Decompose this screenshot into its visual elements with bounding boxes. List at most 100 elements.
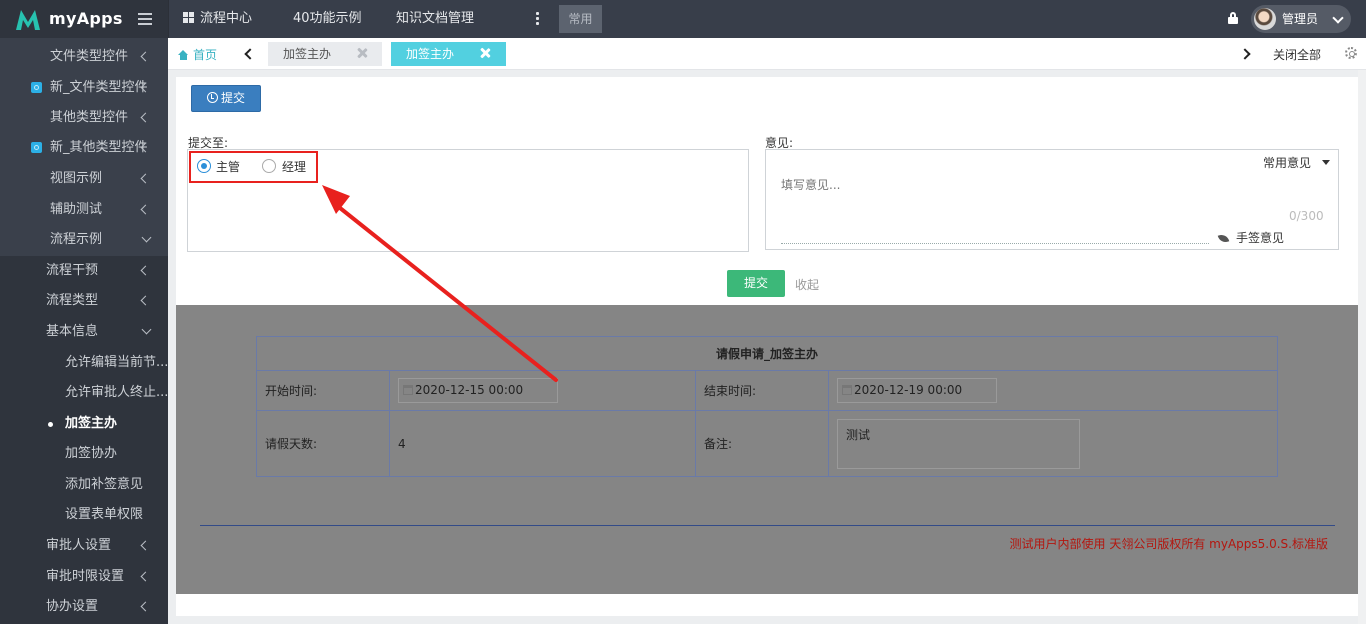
- sidebar-item-assist-settings[interactable]: 协办设置: [0, 592, 168, 622]
- chevron-down-icon: [141, 232, 152, 243]
- handwrite-opinion-button[interactable]: 手签意见: [1217, 229, 1284, 246]
- sidebar-item-new-other-controls[interactable]: 新_其他类型控件: [0, 133, 168, 163]
- nav-divider: [168, 0, 169, 38]
- sidebar-item-form-permissions[interactable]: 设置表单权限: [0, 500, 168, 530]
- chevron-down-icon: [141, 324, 152, 335]
- date-value: 2020-12-15 00:00: [415, 383, 524, 397]
- lock-icon[interactable]: [1228, 12, 1238, 24]
- leave-days-value: 4: [389, 410, 696, 477]
- submit-to-box: 主管 经理: [187, 149, 749, 252]
- menu-toggle-icon[interactable]: [138, 13, 152, 25]
- end-time-input[interactable]: 2020-12-19 00:00: [837, 378, 997, 403]
- sidebar-item-label: 允许编辑当前节...: [65, 355, 169, 370]
- radio-supervisor[interactable]: [197, 159, 211, 173]
- sidebar-item-label: 加签主办: [65, 416, 118, 431]
- chevron-left-icon: [140, 601, 151, 612]
- submit-button[interactable]: 提交: [727, 270, 785, 297]
- collapse-link[interactable]: 收起: [795, 276, 819, 293]
- sidebar-item-flow-types[interactable]: 流程类型: [0, 286, 168, 316]
- tab-add-sign-main[interactable]: 加签主办: [268, 42, 382, 66]
- button-label: 提交: [220, 91, 245, 105]
- grid-icon: [183, 12, 194, 23]
- submit-button-top[interactable]: 提交: [191, 85, 261, 112]
- sidebar-item-allow-edit-node[interactable]: 允许编辑当前节...: [0, 348, 168, 378]
- start-time-input[interactable]: 2020-12-15 00:00: [398, 378, 558, 403]
- footer-divider: [200, 525, 1335, 526]
- user-menu[interactable]: 管理员: [1251, 5, 1351, 33]
- sidebar-item-add-sign-main[interactable]: 加签主办: [0, 409, 168, 439]
- start-time-label: 开始时间:: [256, 370, 390, 411]
- sidebar-item-label: 新_文件类型控件: [50, 80, 148, 95]
- sidebar-item-label: 加签协办: [65, 446, 118, 461]
- widget-square-icon: [31, 142, 42, 153]
- tab-home[interactable]: 首页: [178, 46, 217, 63]
- sidebar-item-assist-test[interactable]: 辅助测试: [0, 195, 168, 225]
- favorites-button[interactable]: 常用: [559, 5, 602, 33]
- active-bullet-icon: [48, 422, 53, 427]
- common-opinion-dropdown[interactable]: 常用意见: [1263, 154, 1311, 171]
- leave-days-label: 请假天数:: [256, 410, 390, 477]
- topnav-knowledge-docs[interactable]: 知识文档管理: [396, 0, 474, 38]
- topnav-label: 知识文档管理: [396, 11, 475, 26]
- sidebar-item-add-supplement-opinion[interactable]: 添加补签意见: [0, 470, 168, 500]
- top-bar: myApps 流程中心 40功能示例 知识文档管理 常用 管理员: [0, 0, 1366, 38]
- radio-label[interactable]: 经理: [282, 158, 306, 175]
- opinion-input[interactable]: [781, 175, 1211, 195]
- leave-form-table: 请假申请_加签主办 开始时间: 2020-12-15 00:00 结束时间: 2…: [256, 336, 1278, 477]
- opinion-box: 常用意见 0/300 手签意见: [765, 149, 1339, 250]
- sidebar-item-label: 新_其他类型控件: [50, 140, 148, 155]
- topnav-function-examples[interactable]: 40功能示例: [293, 0, 362, 38]
- user-name: 管理员: [1282, 12, 1319, 26]
- more-vertical-icon[interactable]: [536, 12, 540, 26]
- date-value: 2020-12-19 00:00: [854, 383, 963, 397]
- close-icon[interactable]: [480, 48, 490, 58]
- topnav-label: 40功能示例: [293, 11, 362, 26]
- sidebar-item-add-sign-assist[interactable]: 加签协办: [0, 439, 168, 469]
- input-underline: [781, 243, 1209, 244]
- tab-strip: 首页 加签主办 加签主办 关闭全部: [168, 38, 1366, 70]
- radio-label[interactable]: 主管: [216, 158, 240, 175]
- sidebar-item-approver-settings[interactable]: 审批人设置: [0, 531, 168, 561]
- radio-manager[interactable]: [262, 159, 276, 173]
- remark-textarea[interactable]: 测试: [837, 418, 1080, 469]
- sidebar-item-label: 审批人设置: [46, 538, 112, 553]
- sidebar-item-new-file-controls[interactable]: 新_文件类型控件: [0, 73, 168, 103]
- sidebar-item-label: 视图示例: [50, 171, 103, 186]
- tab-add-sign-main-active[interactable]: 加签主办: [391, 42, 506, 66]
- remark-label: 备注:: [695, 410, 829, 477]
- sidebar-item-flow-intervention[interactable]: 流程干预: [0, 256, 168, 286]
- chevron-down-icon: [1332, 12, 1344, 24]
- sidebar-item-label: 流程类型: [46, 293, 99, 308]
- topnav-process-center[interactable]: 流程中心: [183, 0, 252, 38]
- sidebar-item-view-examples[interactable]: 视图示例: [0, 164, 168, 194]
- topnav-label: 流程中心: [200, 11, 253, 26]
- close-icon[interactable]: [357, 48, 367, 58]
- close-all-tabs-button[interactable]: 关闭全部: [1273, 46, 1321, 63]
- home-icon: [178, 50, 189, 60]
- tab-label: 首页: [193, 48, 218, 62]
- sidebar-item-other-controls[interactable]: 其他类型控件: [0, 103, 168, 133]
- start-time-cell: 2020-12-15 00:00: [389, 370, 696, 411]
- sidebar-item-allow-approver-terminate[interactable]: 允许审批人终止...: [0, 378, 168, 408]
- sidebar-item-label: 其他类型控件: [50, 110, 129, 125]
- chevron-left-icon: [140, 265, 151, 276]
- gear-icon[interactable]: [1345, 47, 1357, 59]
- sidebar-item-file-controls[interactable]: 文件类型控件: [0, 42, 168, 72]
- form-title: 请假申请_加签主办: [256, 336, 1278, 371]
- logo[interactable]: myApps: [0, 0, 168, 38]
- sidebar-item-approval-time-limit[interactable]: 审批时限设置: [0, 562, 168, 592]
- calendar-icon: [842, 385, 852, 395]
- leaf-icon: [1217, 232, 1230, 245]
- sidebar-item-label: 辅助测试: [50, 202, 103, 217]
- sidebar: 文件类型控件 新_文件类型控件 其他类型控件 新_其他类型控件 视图示例 辅助测…: [0, 38, 168, 624]
- sidebar-item-basic-info[interactable]: 基本信息: [0, 317, 168, 347]
- tabs-scroll-left-icon[interactable]: [244, 48, 256, 60]
- scrollbar[interactable]: [1358, 70, 1366, 624]
- end-time-cell: 2020-12-19 00:00: [828, 370, 1278, 411]
- sidebar-item-label: 审批时限设置: [46, 569, 125, 584]
- clock-icon: [206, 92, 218, 103]
- caret-down-icon[interactable]: [1322, 160, 1330, 165]
- sidebar-item-flow-examples[interactable]: 流程示例: [0, 225, 168, 255]
- myapps-logo-icon: [16, 10, 40, 30]
- tabs-scroll-right-icon[interactable]: [1239, 48, 1251, 60]
